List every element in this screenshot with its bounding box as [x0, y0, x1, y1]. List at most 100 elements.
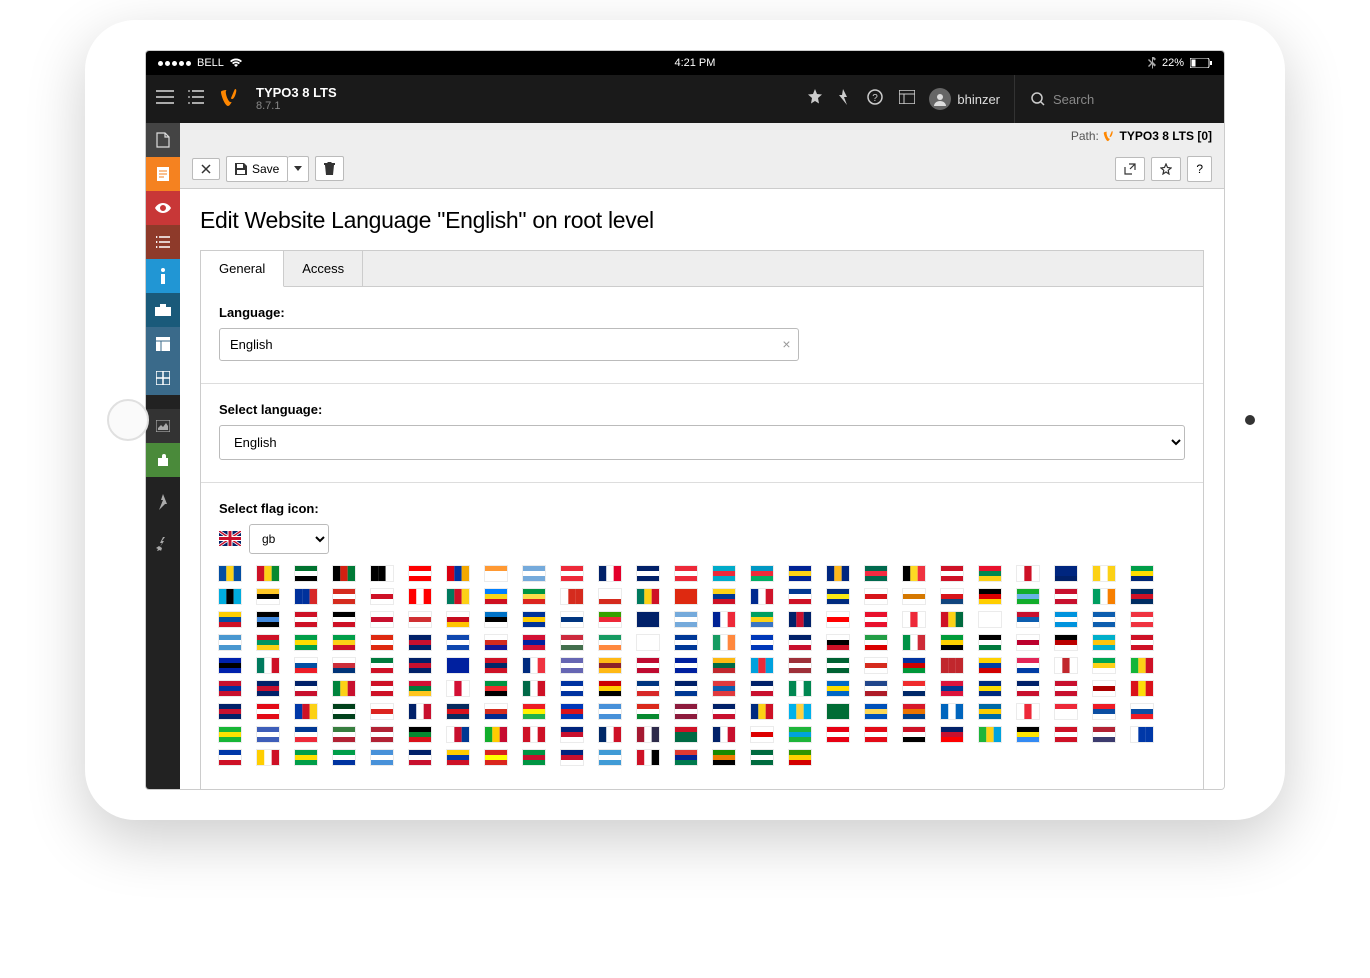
- flag-option[interactable]: [409, 635, 431, 650]
- flag-option[interactable]: [371, 658, 393, 673]
- flag-option[interactable]: [675, 750, 697, 765]
- flag-option[interactable]: [1055, 704, 1077, 719]
- flag-option[interactable]: [827, 612, 849, 627]
- flag-option[interactable]: [637, 704, 659, 719]
- open-new-window-button[interactable]: [1115, 157, 1145, 181]
- flag-option[interactable]: [523, 681, 545, 696]
- flag-option[interactable]: [1017, 635, 1039, 650]
- flag-option[interactable]: [941, 612, 963, 627]
- flag-option[interactable]: [561, 750, 583, 765]
- flag-option[interactable]: [903, 681, 925, 696]
- flag-option[interactable]: [751, 750, 773, 765]
- flag-option[interactable]: [827, 727, 849, 742]
- flag-option[interactable]: [1093, 704, 1115, 719]
- flag-option[interactable]: [523, 589, 545, 604]
- flag-option[interactable]: [865, 727, 887, 742]
- bookmark-star-icon[interactable]: [807, 89, 823, 110]
- flag-option[interactable]: [865, 658, 887, 673]
- flag-option[interactable]: [637, 658, 659, 673]
- flag-option[interactable]: [827, 681, 849, 696]
- clear-cache-icon[interactable]: [839, 89, 851, 110]
- flag-option[interactable]: [561, 681, 583, 696]
- flag-option[interactable]: [941, 566, 963, 581]
- flag-option[interactable]: [637, 727, 659, 742]
- save-button[interactable]: Save: [226, 156, 288, 182]
- module-config[interactable]: [146, 527, 180, 561]
- flag-option[interactable]: [599, 658, 621, 673]
- help-button[interactable]: ?: [1187, 156, 1212, 182]
- flag-option[interactable]: [789, 750, 811, 765]
- flag-option[interactable]: [713, 658, 735, 673]
- flag-option[interactable]: [789, 635, 811, 650]
- flag-option[interactable]: [713, 566, 735, 581]
- flag-option[interactable]: [1093, 681, 1115, 696]
- flag-option[interactable]: [333, 612, 355, 627]
- flag-option[interactable]: [941, 658, 963, 673]
- flag-option[interactable]: [257, 566, 279, 581]
- flag-option[interactable]: [599, 566, 621, 581]
- flag-option[interactable]: [485, 750, 507, 765]
- module-extensions[interactable]: [146, 443, 180, 477]
- flag-option[interactable]: [675, 681, 697, 696]
- flag-option[interactable]: [979, 635, 1001, 650]
- flag-option[interactable]: [561, 658, 583, 673]
- flag-option[interactable]: [713, 727, 735, 742]
- flag-option[interactable]: [941, 589, 963, 604]
- flag-option[interactable]: [295, 635, 317, 650]
- flag-option[interactable]: [941, 704, 963, 719]
- flag-option[interactable]: [485, 704, 507, 719]
- module-workspace[interactable]: [146, 293, 180, 327]
- flag-option[interactable]: [257, 681, 279, 696]
- flag-option[interactable]: [295, 566, 317, 581]
- flag-option[interactable]: [637, 566, 659, 581]
- flag-option[interactable]: [751, 727, 773, 742]
- flag-option[interactable]: [295, 612, 317, 627]
- flag-option[interactable]: [523, 704, 545, 719]
- flag-option[interactable]: [1093, 612, 1115, 627]
- flag-option[interactable]: [903, 727, 925, 742]
- flag-option[interactable]: [1131, 635, 1153, 650]
- flag-option[interactable]: [1093, 566, 1115, 581]
- flag-option[interactable]: [979, 589, 1001, 604]
- flag-option[interactable]: [1131, 566, 1153, 581]
- flag-option[interactable]: [903, 566, 925, 581]
- module-layout[interactable]: [146, 361, 180, 395]
- flag-option[interactable]: [979, 658, 1001, 673]
- flag-option[interactable]: [979, 704, 1001, 719]
- flag-option[interactable]: [751, 589, 773, 604]
- flag-option[interactable]: [295, 658, 317, 673]
- flag-option[interactable]: [941, 681, 963, 696]
- flag-option[interactable]: [827, 566, 849, 581]
- flag-option[interactable]: [675, 612, 697, 627]
- module-install[interactable]: [146, 485, 180, 519]
- flag-option[interactable]: [219, 635, 241, 650]
- flag-option[interactable]: [523, 566, 545, 581]
- flag-option[interactable]: [751, 704, 773, 719]
- flag-option[interactable]: [295, 589, 317, 604]
- flag-option[interactable]: [675, 589, 697, 604]
- flag-option[interactable]: [675, 704, 697, 719]
- flag-option[interactable]: [523, 727, 545, 742]
- flag-option[interactable]: [219, 612, 241, 627]
- help-icon[interactable]: ?: [867, 89, 883, 110]
- flag-option[interactable]: [827, 635, 849, 650]
- module-filelist[interactable]: [146, 409, 180, 443]
- flag-option[interactable]: [447, 635, 469, 650]
- flag-option[interactable]: [599, 704, 621, 719]
- flag-option[interactable]: [1055, 727, 1077, 742]
- save-dropdown-button[interactable]: [288, 156, 309, 182]
- flag-option[interactable]: [1055, 612, 1077, 627]
- global-search[interactable]: Search: [1014, 75, 1214, 123]
- flag-option[interactable]: [1131, 727, 1153, 742]
- flag-option[interactable]: [409, 704, 431, 719]
- flag-option[interactable]: [409, 566, 431, 581]
- flag-option[interactable]: [257, 612, 279, 627]
- flag-option[interactable]: [789, 612, 811, 627]
- flag-option[interactable]: [637, 589, 659, 604]
- flag-option[interactable]: [1055, 566, 1077, 581]
- flag-option[interactable]: [789, 566, 811, 581]
- flag-option[interactable]: [295, 681, 317, 696]
- flag-option[interactable]: [561, 566, 583, 581]
- flag-option[interactable]: [561, 612, 583, 627]
- tab-general[interactable]: General: [201, 251, 284, 287]
